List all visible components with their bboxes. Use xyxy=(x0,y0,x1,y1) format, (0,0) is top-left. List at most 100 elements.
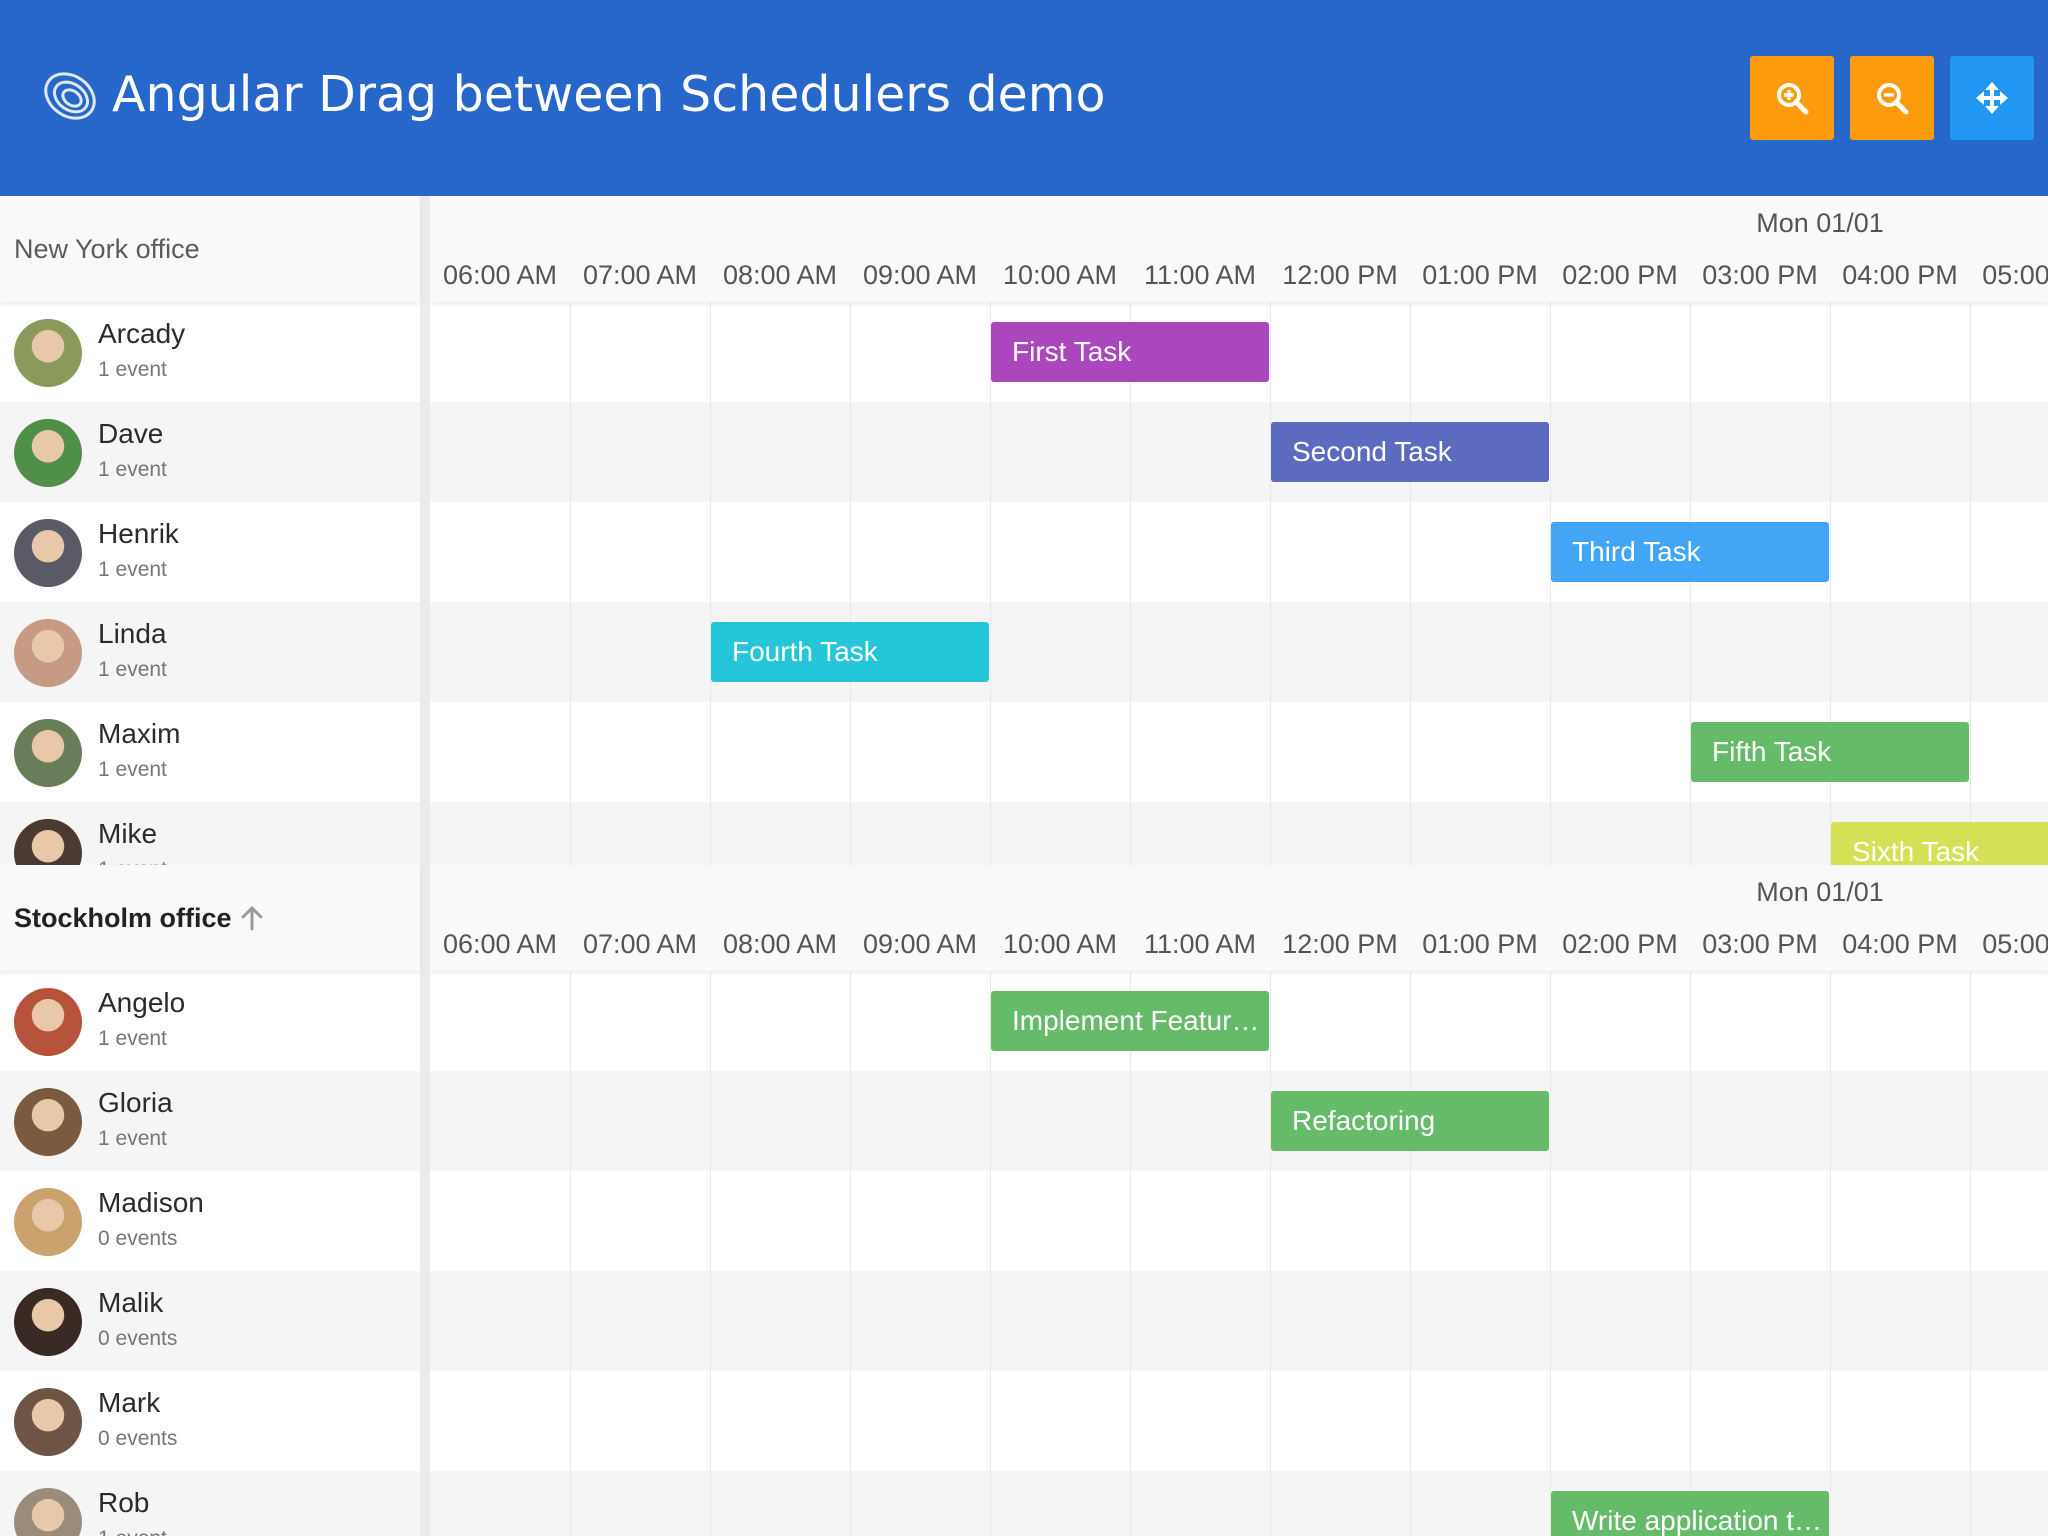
grid-line xyxy=(1830,971,1831,1536)
timeline-header: Mon 01/01 06:00 AM 07:00 AM 08:00 AM 09:00 … xyxy=(430,865,2048,971)
avatar xyxy=(14,1288,82,1356)
pan-button[interactable] xyxy=(1950,56,2034,140)
timeline-row xyxy=(430,1071,2048,1171)
grid-line xyxy=(710,302,711,865)
splitter[interactable] xyxy=(420,196,430,865)
hour-tick-label: 12:00 PM xyxy=(1282,929,1398,959)
event-bar[interactable]: Third Task xyxy=(1551,522,1829,582)
resource-name: Mike xyxy=(98,818,158,849)
scheduler-stockholm: Stockholm office Angelo 1 event Gloria 1 ev… xyxy=(0,865,2048,1536)
hour-tick-label: 12:00 PM xyxy=(1282,260,1398,290)
scheduler-new-york: New York office Arcady 1 event Dave 1 event… xyxy=(0,196,2048,865)
resource-row[interactable]: Linda 1 event xyxy=(0,602,420,702)
zoom-out-button[interactable] xyxy=(1850,56,1934,140)
splitter[interactable] xyxy=(420,865,430,1536)
resource-row[interactable]: Maxim 1 event xyxy=(0,702,420,802)
grid-line xyxy=(570,302,571,865)
grid-line xyxy=(1270,971,1271,1536)
event-bar[interactable]: Fourth Task xyxy=(711,622,989,682)
event-bar[interactable]: Refactoring xyxy=(1271,1091,1549,1151)
hour-tick-label: 09:00 AM xyxy=(862,260,978,290)
avatar xyxy=(14,1088,82,1156)
avatar xyxy=(14,819,82,865)
resource-name: Mark xyxy=(98,1387,161,1418)
grid-line xyxy=(1970,302,1971,865)
grid-line xyxy=(710,971,711,1536)
event-bar[interactable]: Second Task xyxy=(1271,422,1549,482)
resource-event-count: 1 event xyxy=(98,1525,167,1536)
resource-event-count: 1 event xyxy=(98,658,167,681)
event-bar[interactable]: First Task xyxy=(991,322,1269,382)
timeline-header: Mon 01/01 06:00 AM 07:00 AM 08:00 AM 09:00 … xyxy=(430,196,2048,302)
day-label: Mon 01/01 xyxy=(1756,208,1884,238)
column-header-label: New York office xyxy=(14,234,200,264)
column-header[interactable]: Stockholm office xyxy=(0,865,420,971)
resource-column: New York office Arcady 1 event Dave 1 event… xyxy=(0,196,420,865)
resource-row[interactable]: Mike 1 event xyxy=(0,802,420,865)
resource-row[interactable]: Henrik 1 event xyxy=(0,502,420,602)
resource-row[interactable]: Angelo 1 event xyxy=(0,971,420,1071)
page-title: Angular Drag between Schedulers demo xyxy=(112,66,1106,123)
zoom-in-button[interactable] xyxy=(1750,56,1834,140)
event-bar[interactable]: Write application tests xyxy=(1551,1491,1829,1536)
move-arrows-icon xyxy=(1976,82,2008,114)
event-bar[interactable]: Fifth Task xyxy=(1691,722,1969,782)
hour-tick-label: 06:00 AM xyxy=(442,929,558,959)
hour-tick-label: 11:00 AM xyxy=(1143,260,1257,290)
resource-event-count: 0 events xyxy=(98,1227,178,1250)
grid-line xyxy=(990,971,991,1536)
event-bar[interactable]: Sixth Task xyxy=(1831,822,2048,865)
hour-tick-label: 05:00 PM xyxy=(1982,260,2048,290)
resource-event-count: 1 event xyxy=(98,1127,167,1150)
avatar xyxy=(14,519,82,587)
timeline-row xyxy=(430,802,2048,865)
hour-tick-label: 01:00 PM xyxy=(1422,260,1538,290)
avatar xyxy=(14,419,82,487)
hour-tick-label: 01:00 PM xyxy=(1422,929,1538,959)
timeline-area: Mon 01/01 06:00 AM 07:00 AM 08:00 AM 09:00 … xyxy=(430,196,2048,865)
hour-tick-label: 07:00 AM xyxy=(582,929,698,959)
resource-name: Gloria xyxy=(98,1087,173,1118)
grid-line xyxy=(1970,971,1971,1536)
grid-line xyxy=(1410,971,1411,1536)
resource-name: Maxim xyxy=(98,718,181,749)
avatar xyxy=(14,719,82,787)
resource-row[interactable]: Malik 0 events xyxy=(0,1271,420,1371)
grid-line xyxy=(850,302,851,865)
resource-event-count: 1 event xyxy=(98,458,167,481)
resource-event-count: 1 event xyxy=(98,758,167,781)
resource-name: Rob xyxy=(98,1487,150,1518)
arrow-up-icon[interactable] xyxy=(238,904,266,932)
hour-tick-label: 10:00 AM xyxy=(1002,929,1118,959)
hour-tick-label: 02:00 PM xyxy=(1562,929,1678,959)
timeline-row xyxy=(430,1371,2048,1471)
grid-line xyxy=(570,971,571,1536)
grid-line xyxy=(1690,971,1691,1536)
resource-row[interactable]: Mark 0 events xyxy=(0,1371,420,1471)
hour-tick-label: 08:00 AM xyxy=(722,929,838,959)
resource-row[interactable]: Arcady 1 event xyxy=(0,302,420,402)
resource-row[interactable]: Madison 0 events xyxy=(0,1171,420,1271)
hour-tick-label: 09:00 AM xyxy=(862,929,978,959)
grid-line xyxy=(850,971,851,1536)
resource-name: Malik xyxy=(98,1287,164,1318)
resource-event-count: 1 event xyxy=(98,856,167,865)
resource-event-count: 0 events xyxy=(98,1427,178,1450)
grid-line xyxy=(1550,971,1551,1536)
grid-line xyxy=(1270,302,1271,865)
hour-tick-label: 07:00 AM xyxy=(582,260,698,290)
timeline-row xyxy=(430,602,2048,702)
column-header[interactable]: New York office xyxy=(0,196,420,302)
event-bar[interactable]: Implement Feature X xyxy=(991,991,1269,1051)
resource-row[interactable]: Dave 1 event xyxy=(0,402,420,502)
grid-line xyxy=(1410,302,1411,865)
hour-tick-label: 03:00 PM xyxy=(1702,260,1818,290)
resource-row[interactable]: Gloria 1 event xyxy=(0,1071,420,1171)
logo-icon xyxy=(44,72,96,120)
hour-tick-label: 03:00 PM xyxy=(1702,929,1818,959)
hour-tick-label: 10:00 AM xyxy=(1002,260,1118,290)
resource-row[interactable]: Rob 1 event xyxy=(0,1471,420,1536)
resource-name: Arcady xyxy=(98,318,186,349)
hour-tick-label: 04:00 PM xyxy=(1842,260,1958,290)
resource-event-count: 0 events xyxy=(98,1327,178,1350)
